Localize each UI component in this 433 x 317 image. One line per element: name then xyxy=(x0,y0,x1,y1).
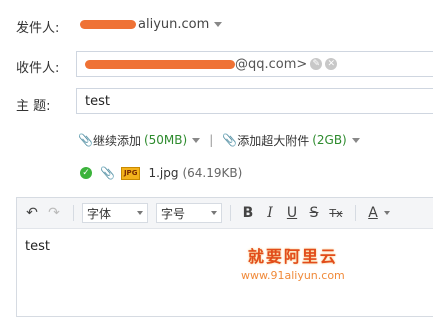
strikethrough-button[interactable]: S xyxy=(303,202,325,224)
italic-button[interactable]: I xyxy=(259,202,281,224)
paperclip-icon: 📎 xyxy=(100,166,115,180)
message-editor: ↶ ↷ 字体 字号 B I U S Tx A test xyxy=(16,197,433,317)
watermark-text: 就要阿里云 xyxy=(247,247,338,266)
toolbar-divider xyxy=(230,205,231,221)
sender-select[interactable]: aliyun.com xyxy=(80,14,223,34)
chevron-down-icon[interactable] xyxy=(214,21,223,27)
edit-icon[interactable]: ✎ xyxy=(310,58,323,70)
add-attachment-label: 继续添加 xyxy=(92,133,141,148)
undo-icon[interactable]: ↶ xyxy=(21,202,43,224)
chevron-down-icon[interactable] xyxy=(192,137,201,143)
watermark: 就要阿里云 www.91aliyun.com xyxy=(241,243,345,282)
font-size-select[interactable]: 字号 xyxy=(156,203,222,223)
large-attachment-limit: (2GB) xyxy=(312,133,347,147)
subject-input[interactable] xyxy=(83,92,427,110)
font-family-value: 字体 xyxy=(87,206,112,221)
recipient-address-suffix: @qq.com> xyxy=(235,56,308,72)
chevron-down-icon xyxy=(211,211,217,215)
sender-label: 发件人: xyxy=(16,21,60,36)
paperclip-icon: 📎 xyxy=(78,133,93,147)
attachment-item: ✓ 📎 JPG 1.jpg (64.19KB) xyxy=(80,164,242,182)
chevron-down-icon[interactable] xyxy=(351,137,360,143)
paperclip-icon: 📎 xyxy=(222,133,238,147)
check-icon: ✓ xyxy=(80,167,92,179)
toolbar-divider xyxy=(355,205,356,221)
large-attachment-label: 添加超大附件 xyxy=(237,133,310,148)
jpg-file-icon: JPG xyxy=(120,166,141,180)
chevron-down-icon[interactable] xyxy=(384,211,390,215)
editor-toolbar: ↶ ↷ 字体 字号 B I U S Tx A xyxy=(17,198,433,229)
watermark-url: www.91aliyun.com xyxy=(241,269,345,282)
redacted-recipient-address xyxy=(85,59,235,69)
add-attachment-button[interactable]: 📎 继续添加 (50MB) xyxy=(78,132,201,149)
clear-format-button[interactable]: Tx xyxy=(325,202,347,224)
font-size-value: 字号 xyxy=(161,206,186,221)
chevron-down-icon xyxy=(137,211,143,215)
add-attachment-limit: (50MB) xyxy=(143,133,188,147)
recipient-chip[interactable]: @qq.com> ✎ ✕ xyxy=(85,56,338,72)
subject-label: 主 题: xyxy=(16,99,51,114)
underline-button[interactable]: U xyxy=(281,202,303,224)
recipient-field[interactable]: @qq.com> ✎ ✕ xyxy=(76,51,433,77)
subject-field[interactable] xyxy=(76,88,433,114)
attachment-file-size: (64.19KB) xyxy=(182,166,243,180)
add-large-attachment-button[interactable]: 📎 添加超大附件 (2GB) xyxy=(222,132,360,149)
redo-icon[interactable]: ↷ xyxy=(43,202,65,224)
font-family-select[interactable]: 字体 xyxy=(82,203,148,223)
bold-button[interactable]: B xyxy=(237,202,259,224)
separator: | xyxy=(209,133,214,147)
attachment-bar: 📎 继续添加 (50MB) | 📎 添加超大附件 (2GB) xyxy=(78,130,360,150)
recipient-label: 收件人: xyxy=(16,61,60,76)
font-color-button[interactable]: A xyxy=(362,202,384,224)
remove-icon[interactable]: ✕ xyxy=(325,58,338,70)
attachment-file-name[interactable]: 1.jpg xyxy=(148,166,178,180)
redacted-sender-name xyxy=(80,19,136,29)
sender-domain: aliyun.com xyxy=(138,16,210,32)
message-body[interactable]: test xyxy=(17,229,433,264)
toolbar-divider xyxy=(73,205,74,221)
